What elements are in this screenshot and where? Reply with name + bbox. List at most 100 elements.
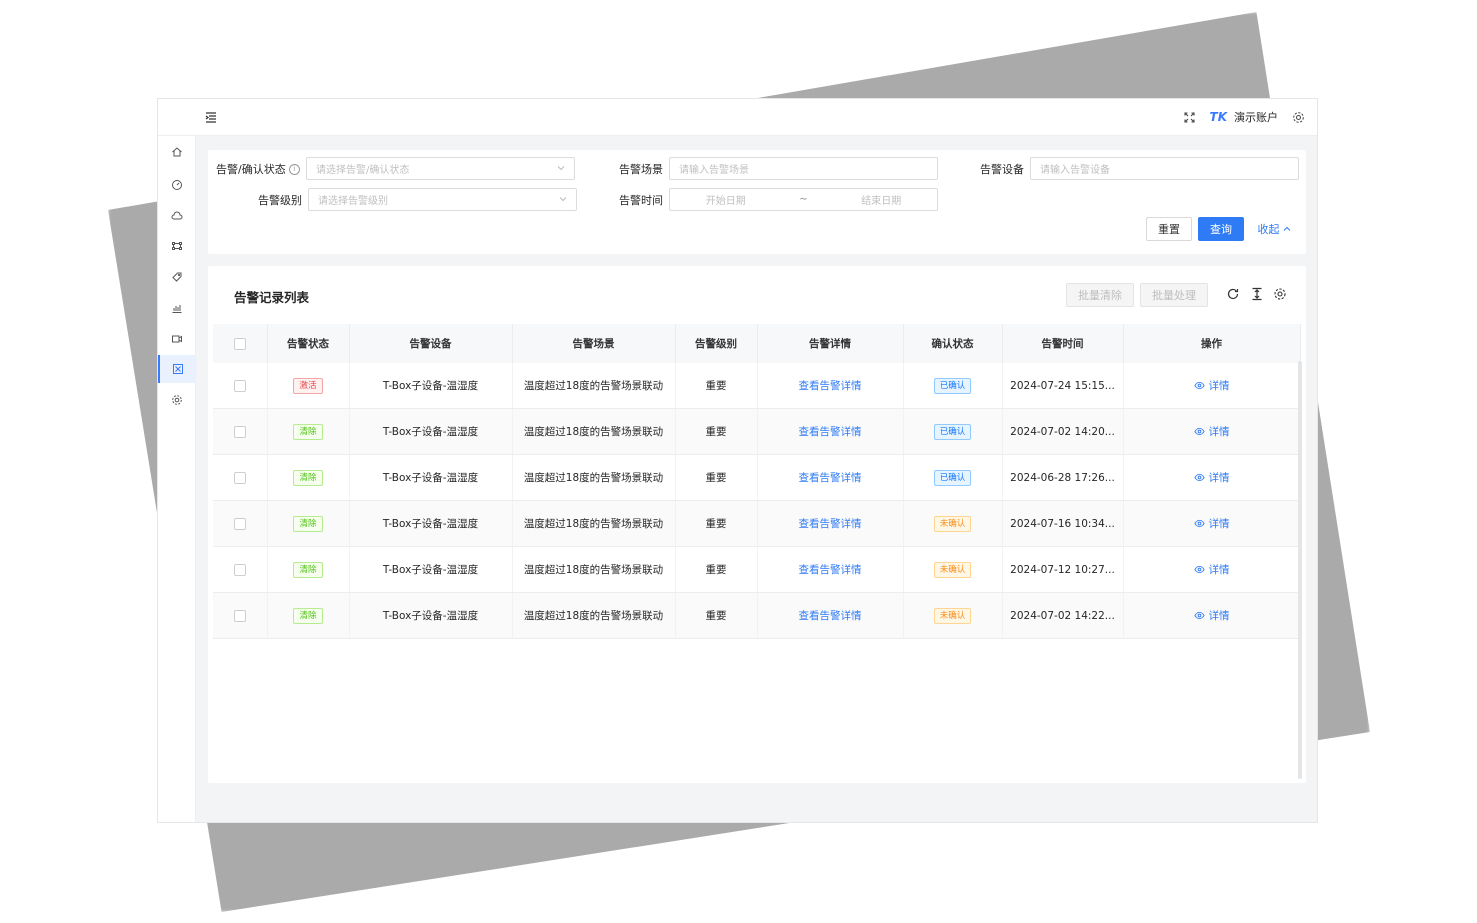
row-checkbox[interactable] [233, 609, 246, 622]
device-input[interactable]: 请输入告警设备 [1030, 157, 1299, 180]
start-date-input[interactable]: 开始日期 [706, 192, 746, 207]
settings-icon[interactable] [158, 386, 195, 414]
alarm-device: T-Box子设备-温湿度 [349, 546, 513, 593]
view-detail-link[interactable]: 查看告警详情 [799, 564, 862, 576]
status-filter-label: 告警/确认状态 [216, 162, 286, 176]
select-all-checkbox[interactable] [233, 337, 246, 350]
alarm-device: T-Box子设备-温湿度 [349, 592, 513, 639]
range-separator: ~ [799, 194, 808, 205]
level-select[interactable]: 请选择告警级别 [308, 188, 577, 211]
alarm-table: 告警状态 告警设备 告警场景 告警级别 告警详情 确认状态 告警时间 操作 激活… [213, 324, 1301, 639]
view-detail-link[interactable]: 查看告警详情 [799, 610, 862, 622]
alarm-scene: 温度超过18度的告警场景联动 [512, 592, 676, 639]
alarm-level: 重要 [675, 500, 758, 547]
column-header: 操作 [1123, 324, 1301, 363]
column-header: 告警详情 [757, 324, 904, 363]
device-filter-label: 告警设备 [980, 162, 1024, 176]
alarm-scene: 温度超过18度的告警场景联动 [512, 500, 676, 547]
table-scrollbar[interactable] [1298, 361, 1302, 779]
date-range-picker[interactable]: 开始日期 ~ 结束日期 [669, 188, 938, 211]
confirm-status-badge: 已确认 [933, 423, 972, 440]
alarm-status-badge: 清除 [293, 607, 323, 624]
gear-icon[interactable] [1292, 111, 1305, 124]
alarm-level: 重要 [675, 546, 758, 593]
eye-icon [1193, 473, 1205, 481]
alarm-scene: 温度超过18度的告警场景联动 [512, 546, 676, 593]
detail-button[interactable]: 详情 [1193, 562, 1230, 577]
app-window: TK 演示账户 告警/确认状态 i 请选择告警/确认状态 告警场景 请输入告警场景… [157, 98, 1318, 823]
alarm-status-badge: 清除 [293, 469, 323, 486]
row-checkbox[interactable] [233, 379, 246, 392]
dashboard-icon[interactable] [158, 171, 195, 199]
table-row: 激活 T-Box子设备-温湿度 温度超过18度的告警场景联动 重要 查看告警详情 已确认 2… [213, 363, 1301, 409]
account-menu[interactable]: TK 演示账户 [1210, 109, 1278, 125]
network-icon[interactable] [158, 232, 195, 260]
confirm-status-badge: 未确认 [933, 607, 972, 624]
detail-button[interactable]: 详情 [1193, 378, 1230, 393]
view-detail-link[interactable]: 查看告警详情 [799, 426, 862, 438]
detail-button[interactable]: 详情 [1193, 424, 1230, 439]
batch-handle-button[interactable]: 批量处理 [1140, 283, 1208, 307]
eye-icon [1193, 565, 1205, 573]
detail-button[interactable]: 详情 [1193, 470, 1230, 485]
column-height-icon[interactable] [1250, 287, 1264, 301]
tag-icon[interactable] [158, 263, 195, 291]
collapse-button[interactable]: 收起 [1254, 217, 1294, 241]
alarm-time: 2024-07-02 14:20... [1002, 408, 1124, 455]
video-icon[interactable] [158, 325, 195, 353]
alarm-level: 重要 [675, 363, 758, 409]
column-header: 告警时间 [1002, 324, 1124, 363]
chevron-down-icon [559, 197, 567, 202]
table-row: 清除 T-Box子设备-温湿度 温度超过18度的告警场景联动 重要 查看告警详情 未确认 2… [213, 592, 1301, 639]
alarm-level: 重要 [675, 454, 758, 501]
alarm-status-badge: 清除 [293, 515, 323, 532]
row-checkbox[interactable] [233, 425, 246, 438]
fullscreen-icon[interactable] [1183, 111, 1196, 124]
table-row: 清除 T-Box子设备-温湿度 温度超过18度的告警场景联动 重要 查看告警详情 已确认 2… [213, 454, 1301, 501]
end-date-input[interactable]: 结束日期 [861, 192, 901, 207]
alarm-scene: 温度超过18度的告警场景联动 [512, 454, 676, 501]
alarm-time: 2024-07-16 10:34... [1002, 500, 1124, 547]
filter-panel: 告警/确认状态 i 请选择告警/确认状态 告警场景 请输入告警场景 告警设备 请输… [208, 150, 1306, 254]
alarm-device: T-Box子设备-温湿度 [349, 500, 513, 547]
batch-clear-button[interactable]: 批量清除 [1066, 283, 1134, 307]
detail-button[interactable]: 详情 [1193, 608, 1230, 623]
table-row: 清除 T-Box子设备-温湿度 温度超过18度的告警场景联动 重要 查看告警详情 已确认 2… [213, 408, 1301, 455]
confirm-status-badge: 未确认 [933, 561, 972, 578]
table-settings-icon[interactable] [1273, 287, 1287, 301]
alarm-status-badge: 清除 [293, 561, 323, 578]
confirm-status-badge: 已确认 [933, 377, 972, 394]
list-title: 告警记录列表 [234, 290, 310, 305]
detail-button[interactable]: 详情 [1193, 516, 1230, 531]
menu-fold-icon[interactable] [204, 110, 218, 124]
alarm-scene: 温度超过18度的告警场景联动 [512, 363, 676, 409]
alarm-icon[interactable] [158, 355, 195, 383]
bar-chart-icon[interactable] [158, 294, 195, 322]
time-filter-label: 告警时间 [619, 193, 663, 207]
confirm-status-badge: 已确认 [933, 469, 972, 486]
eye-icon [1193, 611, 1205, 619]
alarm-time: 2024-07-02 14:22... [1002, 592, 1124, 639]
top-bar: TK 演示账户 [195, 99, 1317, 136]
eye-icon [1193, 427, 1205, 435]
alarm-level: 重要 [675, 408, 758, 455]
row-checkbox[interactable] [233, 517, 246, 530]
alarm-status-badge: 激活 [293, 377, 323, 394]
view-detail-link[interactable]: 查看告警详情 [799, 518, 862, 530]
view-detail-link[interactable]: 查看告警详情 [799, 380, 862, 392]
info-icon: i [288, 164, 300, 175]
chevron-up-icon [1283, 226, 1290, 231]
view-detail-link[interactable]: 查看告警详情 [799, 472, 862, 484]
cloud-icon[interactable] [158, 202, 195, 230]
row-checkbox[interactable] [233, 563, 246, 576]
refresh-icon[interactable] [1226, 287, 1240, 301]
query-button[interactable]: 查询 [1198, 217, 1244, 241]
column-header: 告警级别 [675, 324, 758, 363]
row-checkbox[interactable] [233, 471, 246, 484]
scene-input[interactable]: 请输入告警场景 [669, 157, 938, 180]
home-icon[interactable] [158, 138, 195, 166]
reset-button[interactable]: 重置 [1146, 217, 1192, 241]
confirm-status-badge: 未确认 [933, 515, 972, 532]
status-select[interactable]: 请选择告警/确认状态 [306, 157, 575, 180]
chevron-down-icon [557, 166, 565, 171]
